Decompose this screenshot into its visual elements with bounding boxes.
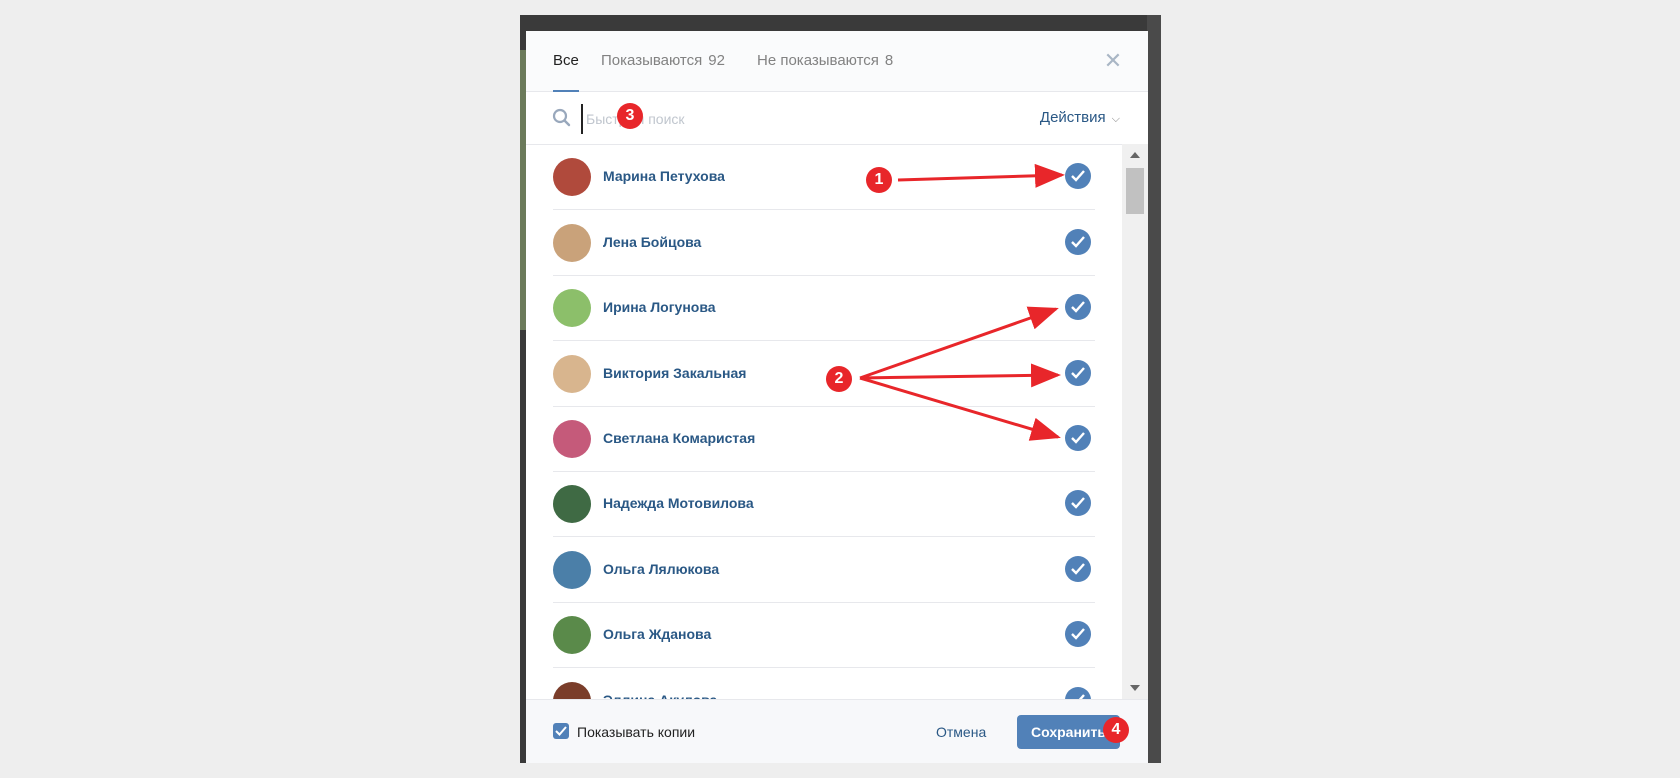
avatar[interactable] [553,355,591,393]
visibility-checkbox[interactable] [1065,294,1091,320]
tab-count: 92 [708,52,725,69]
avatar[interactable] [553,289,591,327]
checkbox-checked-icon [553,723,569,739]
friend-name[interactable]: Лена Бойцова [603,210,701,275]
visibility-checkbox[interactable] [1065,360,1091,386]
avatar[interactable] [553,485,591,523]
avatar[interactable] [553,551,591,589]
visibility-checkbox[interactable] [1065,163,1091,189]
list-item: Ирина Логунова [553,275,1095,341]
search-icon [552,108,571,127]
annotation-badge: 2 [826,366,852,392]
list-scrollbar[interactable] [1122,144,1148,699]
annotation-badge: 4 [1103,717,1129,743]
friend-name[interactable]: Надежда Мотовилова [603,471,754,536]
visibility-checkbox[interactable] [1065,425,1091,451]
avatar[interactable] [553,158,591,196]
list-item: Ольга Лялюкова [553,537,1095,603]
avatar[interactable] [553,682,591,699]
friends-visibility-dialog: Все Показываются 92 Не показываются 8 ✕ Де… [526,31,1148,763]
cancel-button[interactable]: Отмена [936,717,986,747]
tab-label: Не показываются [757,52,879,69]
list-item: Надежда Мотовилова [553,471,1095,537]
avatar[interactable] [553,616,591,654]
scroll-thumb[interactable] [1126,168,1144,214]
tab-all[interactable]: Все [553,31,579,92]
annotation-badge: 1 [866,167,892,193]
friend-name[interactable]: Ольга Лялюкова [603,537,719,602]
friend-name[interactable]: Ольга Жданова [603,602,711,667]
check-icon [1071,236,1085,248]
check-icon [1071,432,1085,444]
list-item: Светлана Комаристая [553,406,1095,472]
friend-name[interactable]: Марина Петухова [603,144,725,209]
friends-list: Марина Петухова Лена Бойцова Ирина Логун… [526,144,1148,699]
scroll-up-arrow-icon[interactable] [1130,152,1140,158]
visibility-checkbox[interactable] [1065,687,1091,699]
check-icon [1071,497,1085,509]
visibility-checkbox[interactable] [1065,621,1091,647]
tab-shown[interactable]: Показываются 92 [601,31,725,91]
show-copies-checkbox[interactable]: Показывать копии [553,723,695,741]
annotation-badge: 3 [617,103,643,129]
tab-bar: Все Показываются 92 Не показываются 8 ✕ [526,31,1148,92]
tab-label: Показываются [601,52,703,69]
visibility-checkbox[interactable] [1065,229,1091,255]
show-copies-label: Показывать копии [577,724,696,740]
visibility-checkbox[interactable] [1065,490,1091,516]
scroll-down-arrow-icon[interactable] [1130,685,1140,691]
list-item: Марина Петухова [553,144,1095,210]
list-item: Виктория Закальная [553,341,1095,407]
background-edge [1147,15,1161,763]
friend-name[interactable]: Светлана Комаристая [603,406,755,471]
list-item: Ольга Жданова [553,602,1095,668]
actions-dropdown[interactable]: Действия ⌵ [1040,92,1120,144]
avatar[interactable] [553,224,591,262]
check-icon [1071,367,1085,379]
chevron-down-icon: ⌵ [1111,113,1120,125]
friend-name[interactable]: Виктория Закальная [603,341,746,406]
check-icon [1071,170,1085,182]
actions-label: Действия [1039,109,1106,126]
check-icon [1071,563,1085,575]
list-item: Лена Бойцова [553,210,1095,276]
tab-hidden[interactable]: Не показываются 8 [757,31,893,91]
tab-label: Все [553,52,579,69]
dialog-footer: Показывать копии Отмена Сохранить [526,699,1148,763]
check-icon [1071,628,1085,640]
friend-name[interactable]: Ирина Логунова [603,275,716,340]
avatar[interactable] [553,420,591,458]
list-item: Эллина Акулова [553,668,1095,699]
visibility-checkbox[interactable] [1065,556,1091,582]
tab-count: 8 [884,52,894,69]
friend-name[interactable]: Эллина Акулова [603,668,717,699]
close-icon[interactable]: ✕ [1102,50,1124,72]
check-icon [1071,301,1085,313]
